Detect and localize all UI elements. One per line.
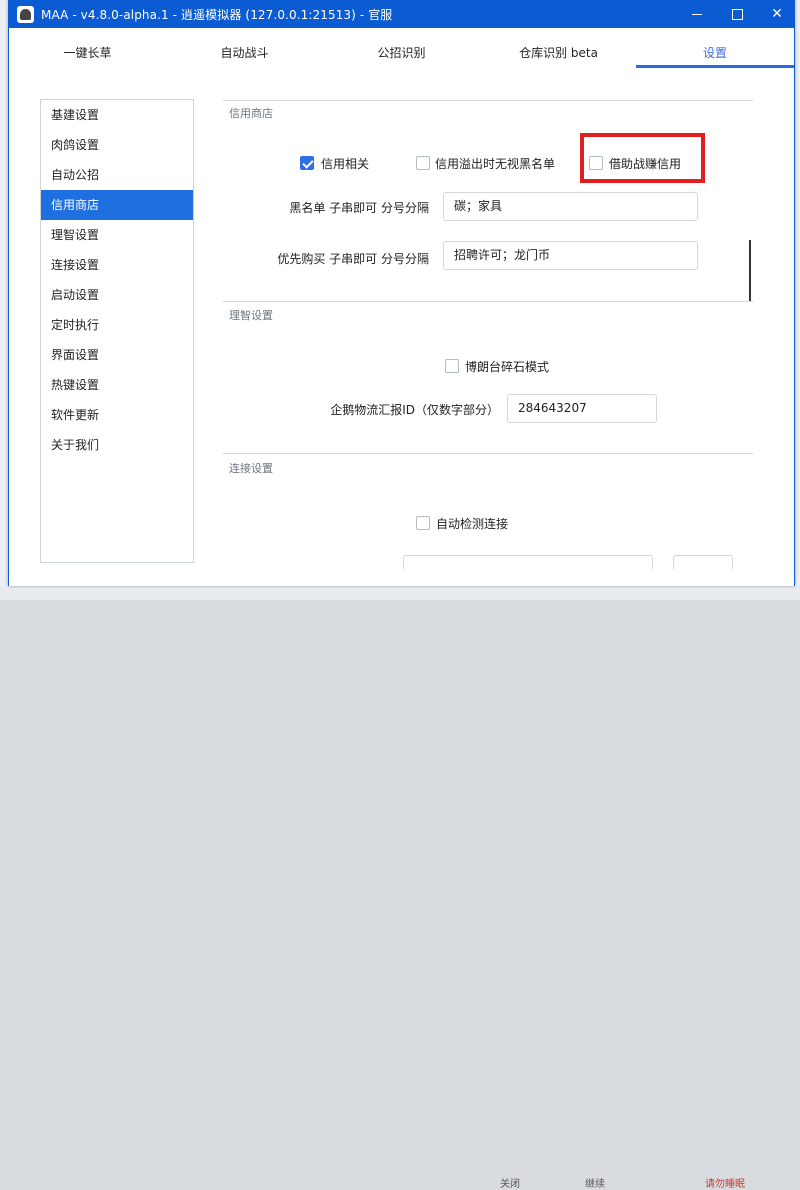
tab-auto-battle[interactable]: 自动战斗 (166, 28, 323, 68)
dr-grandet-checkbox[interactable] (445, 359, 459, 373)
main-tabs: 一键长草 自动战斗 公招识别 仓库识别 beta 设置 (9, 28, 794, 68)
close-icon: ✕ (771, 6, 783, 22)
sidebar-item-sanity[interactable]: 理智设置 (41, 220, 193, 250)
dr-grandet-label[interactable]: 博朗台碎石模式 (465, 358, 549, 375)
sidebar-item-infrast[interactable]: 基建设置 (41, 100, 193, 130)
auto-detect-checkbox[interactable] (416, 516, 430, 530)
sidebar-item-connection[interactable]: 连接设置 (41, 250, 193, 280)
blacklist-input[interactable]: 碳；家具 (443, 192, 698, 221)
credit-related-label[interactable]: 信用相关 (321, 155, 369, 172)
background-bottom-strip: 关闭 继续 请勿睡眠 (0, 586, 800, 1190)
credit-shop-section-title: 信用商店 (229, 107, 273, 120)
maa-window: MAA - v4.8.0-alpha.1 - 逍遥模拟器 (127.0.0.1:… (8, 0, 795, 586)
credit-related-checkbox[interactable] (300, 156, 314, 170)
active-tab-indicator (636, 65, 794, 68)
background-no-sleep-label: 请勿睡眠 (705, 1179, 745, 1190)
settings-sidebar: 基建设置 肉鸽设置 自动公招 信用商店 理智设置 连接设置 启动设置 定时执行 … (40, 99, 194, 563)
scrollbar-thumb[interactable] (749, 240, 751, 302)
close-button[interactable]: ✕ (757, 0, 797, 28)
section-divider (223, 301, 753, 302)
background-continue-label: 继续 (585, 1179, 605, 1190)
section-divider (223, 100, 753, 101)
title-bar[interactable]: MAA - v4.8.0-alpha.1 - 逍遥模拟器 (127.0.0.1:… (9, 0, 794, 28)
section-divider (223, 453, 753, 454)
ignore-blacklist-checkbox[interactable] (416, 156, 430, 170)
tab-one-click[interactable]: 一键长草 (9, 28, 166, 68)
connection-config-select[interactable] (673, 555, 733, 569)
sidebar-item-hotkeys[interactable]: 热键设置 (41, 370, 193, 400)
tab-depot[interactable]: 仓库识别 beta (480, 28, 637, 68)
sidebar-item-startup[interactable]: 启动设置 (41, 280, 193, 310)
connection-address-input[interactable] (403, 555, 653, 569)
background-close-label: 关闭 (500, 1179, 520, 1190)
window-title: MAA - v4.8.0-alpha.1 - 逍遥模拟器 (127.0.0.1:… (41, 8, 393, 22)
minimize-icon (692, 13, 702, 15)
sidebar-item-timer[interactable]: 定时执行 (41, 310, 193, 340)
priority-label: 优先购买 子串即可 分号分隔 (277, 252, 429, 266)
sidebar-item-auto-recruit[interactable]: 自动公招 (41, 160, 193, 190)
maximize-icon (731, 8, 743, 20)
sidebar-item-update[interactable]: 软件更新 (41, 400, 193, 430)
blacklist-label: 黑名单 子串即可 分号分隔 (289, 201, 429, 215)
annotation-highlight-box (580, 133, 705, 183)
priority-input[interactable]: 招聘许可；龙门币 (443, 241, 698, 270)
ignore-blacklist-label[interactable]: 信用溢出时无视黑名单 (435, 155, 555, 172)
background-window-edge (0, 0, 8, 600)
sidebar-item-roguelike[interactable]: 肉鸽设置 (41, 130, 193, 160)
maximize-button[interactable] (717, 0, 757, 28)
sidebar-item-about[interactable]: 关于我们 (41, 430, 193, 460)
penguin-id-input[interactable]: 284643207 (507, 394, 657, 423)
sidebar-item-ui[interactable]: 界面设置 (41, 340, 193, 370)
tab-settings[interactable]: 设置 (636, 28, 794, 68)
connection-section-title: 连接设置 (229, 462, 273, 475)
minimize-button[interactable] (677, 0, 717, 28)
sidebar-item-credit-shop[interactable]: 信用商店 (41, 190, 193, 220)
app-logo-icon (17, 6, 34, 23)
sanity-section-title: 理智设置 (229, 309, 273, 322)
auto-detect-label[interactable]: 自动检测连接 (436, 515, 508, 532)
penguin-id-label: 企鹅物流汇报ID（仅数字部分） (330, 403, 499, 417)
tab-recruit[interactable]: 公招识别 (323, 28, 480, 68)
